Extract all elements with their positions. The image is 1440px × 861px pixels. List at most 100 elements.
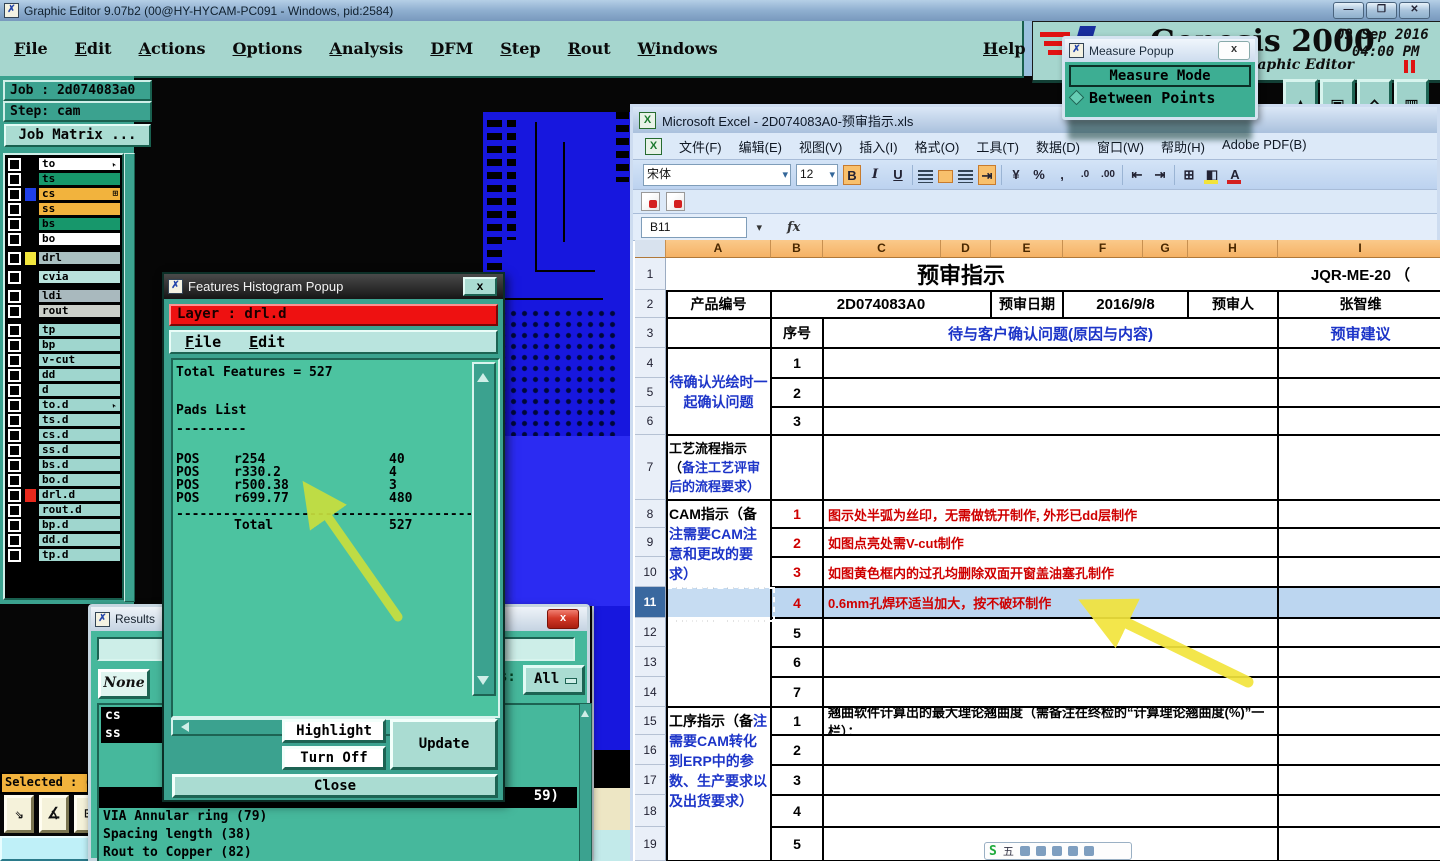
cell[interactable]: 2 xyxy=(771,528,823,557)
layer-name[interactable]: cvia xyxy=(38,270,121,284)
increase-decimal-icon[interactable]: .0 xyxy=(1076,165,1094,185)
layer-row[interactable]: rout.d xyxy=(6,502,121,518)
section-cell[interactable]: 待确认光绘时一起确认问题 xyxy=(666,348,771,435)
increase-indent-icon[interactable]: ⇥ xyxy=(1151,165,1169,185)
layer-color-chip[interactable] xyxy=(25,338,36,352)
column-header[interactable]: E xyxy=(991,240,1063,258)
layer-color-chip[interactable] xyxy=(25,518,36,532)
layer-visibility-checkbox[interactable] xyxy=(7,216,22,232)
cell[interactable]: 2016/9/8 xyxy=(1063,290,1188,318)
layer-color-chip[interactable] xyxy=(25,503,36,517)
layer-row[interactable]: rout xyxy=(6,303,121,319)
layer-visibility-checkbox[interactable] xyxy=(7,156,22,172)
cell[interactable] xyxy=(823,677,1278,707)
layer-color-chip[interactable] xyxy=(25,383,36,397)
font-color-icon[interactable]: A xyxy=(1226,165,1244,185)
column-header[interactable]: I xyxy=(1278,240,1440,258)
cell[interactable]: 2D074083A0 xyxy=(771,290,991,318)
vertical-scrollbar[interactable] xyxy=(472,362,496,696)
layer-visibility-checkbox[interactable] xyxy=(7,547,22,563)
ime-mode-label[interactable]: 五 xyxy=(1003,843,1014,859)
layer-name[interactable]: bo.d xyxy=(38,473,121,487)
excel-menu-item[interactable]: 格式(O) xyxy=(915,137,960,156)
layer-color-chip[interactable] xyxy=(25,270,36,284)
cell[interactable]: 2 xyxy=(771,735,823,765)
cell[interactable]: 预审建议 xyxy=(1278,318,1440,348)
cell[interactable] xyxy=(1278,407,1440,435)
column-header[interactable]: A xyxy=(666,240,771,258)
ime-symbol-icon[interactable] xyxy=(1035,846,1046,856)
excel-sheet[interactable]: A B C D E F G H I 1 2 3 4 5 6 7 8 9 10 1… xyxy=(635,240,1440,861)
row-header[interactable]: 18 xyxy=(635,795,666,827)
cell[interactable]: 待与客户确认问题(原因与内容) xyxy=(823,318,1278,348)
cell[interactable] xyxy=(823,618,1278,647)
menu-item[interactable]: File xyxy=(14,39,48,58)
layer-visibility-checkbox[interactable] xyxy=(7,269,22,285)
cell[interactable]: 翘曲软件计算出的最大理论翘曲度（需备注在终检的“计算理论翘曲度(%)”一栏）： xyxy=(823,707,1278,735)
layer-color-chip[interactable] xyxy=(25,398,36,412)
menu-item[interactable]: Analysis xyxy=(329,39,403,58)
section-cell[interactable]: 工序指示（备注需要CAM转化到ERP中的参数、生产要求以及出货要求） xyxy=(666,707,771,861)
layer-name[interactable]: drl.d xyxy=(38,488,121,502)
menu-item[interactable]: Options xyxy=(233,39,303,58)
ime-account-icon[interactable] xyxy=(1067,846,1078,856)
row-header[interactable]: 8 xyxy=(635,500,666,528)
column-header[interactable]: C xyxy=(823,240,941,258)
layer-row[interactable]: bs xyxy=(6,216,121,232)
row-header[interactable]: 17 xyxy=(635,765,666,795)
filter-dropdown[interactable]: All xyxy=(523,665,585,695)
align-right-icon[interactable] xyxy=(958,169,973,183)
cell[interactable]: 预审人 xyxy=(1188,290,1278,318)
layer-row[interactable]: cvia xyxy=(6,269,121,285)
cell[interactable]: 如图点亮处需V-cut制作 xyxy=(823,528,1278,557)
cell-selected[interactable]: 0.6mm孔焊环适当加大，按不破环制作 xyxy=(823,587,1278,618)
layer-row[interactable]: bs.d xyxy=(6,457,121,473)
percent-style-icon[interactable]: % xyxy=(1030,165,1048,185)
layer-row[interactable]: ts.d xyxy=(6,412,121,428)
layer-name[interactable]: drl xyxy=(38,251,121,265)
layer-name[interactable]: rout xyxy=(38,304,121,318)
row-header[interactable]: 10 xyxy=(635,557,666,587)
layer-visibility-checkbox[interactable] xyxy=(7,427,22,443)
cell[interactable]: 1 xyxy=(771,500,823,528)
row-header[interactable]: 14 xyxy=(635,677,666,707)
update-button[interactable]: Update xyxy=(390,719,498,770)
layer-row[interactable]: bp.d xyxy=(6,517,121,533)
layer-name[interactable]: ts xyxy=(38,172,121,186)
excel-menu-item[interactable]: 工具(T) xyxy=(976,137,1019,156)
layer-name[interactable]: bp.d xyxy=(38,518,121,532)
results-item[interactable]: Rout to Copper (82) xyxy=(99,844,569,861)
comma-style-icon[interactable]: , xyxy=(1053,165,1071,185)
layer-visibility-checkbox[interactable] xyxy=(7,472,22,488)
layer-visibility-checkbox[interactable] xyxy=(7,517,22,533)
layer-color-chip[interactable] xyxy=(25,157,36,171)
currency-style-icon[interactable]: ¥ xyxy=(1007,165,1025,185)
row-header[interactable]: 15 xyxy=(635,707,666,735)
layer-visibility-checkbox[interactable] xyxy=(7,412,22,428)
menu-item-help[interactable]: Help xyxy=(983,39,1026,58)
layer-name[interactable]: dd xyxy=(38,368,121,382)
menu-item[interactable]: Edit xyxy=(249,332,285,352)
results-item[interactable]: VIA Annular ring (79) xyxy=(99,808,569,826)
row-header[interactable]: 2 xyxy=(635,290,666,318)
layer-visibility-checkbox[interactable] xyxy=(7,442,22,458)
none-button[interactable]: None xyxy=(98,669,150,699)
layer-color-chip[interactable] xyxy=(25,353,36,367)
cell[interactable]: 1 xyxy=(771,348,823,378)
menu-item[interactable]: Rout xyxy=(568,39,611,58)
cell[interactable]: 产品编号 xyxy=(666,290,771,318)
row-header[interactable]: 12 xyxy=(635,618,666,647)
cell[interactable] xyxy=(1278,707,1440,735)
close-popup-button[interactable]: Close xyxy=(172,774,498,798)
layer-visibility-checkbox[interactable] xyxy=(7,532,22,548)
pdf-email-icon[interactable] xyxy=(666,192,685,211)
ime-keyboard-icon[interactable] xyxy=(1051,846,1062,856)
ime-pen-icon[interactable] xyxy=(1019,846,1030,856)
cell[interactable]: 1 xyxy=(771,707,823,735)
layer-row[interactable]: bp xyxy=(6,337,121,353)
cell[interactable] xyxy=(1278,677,1440,707)
cell[interactable] xyxy=(1278,647,1440,677)
cell[interactable] xyxy=(1278,557,1440,587)
job-matrix-button[interactable]: Job Matrix ... xyxy=(4,124,151,147)
cell[interactable] xyxy=(666,318,771,348)
